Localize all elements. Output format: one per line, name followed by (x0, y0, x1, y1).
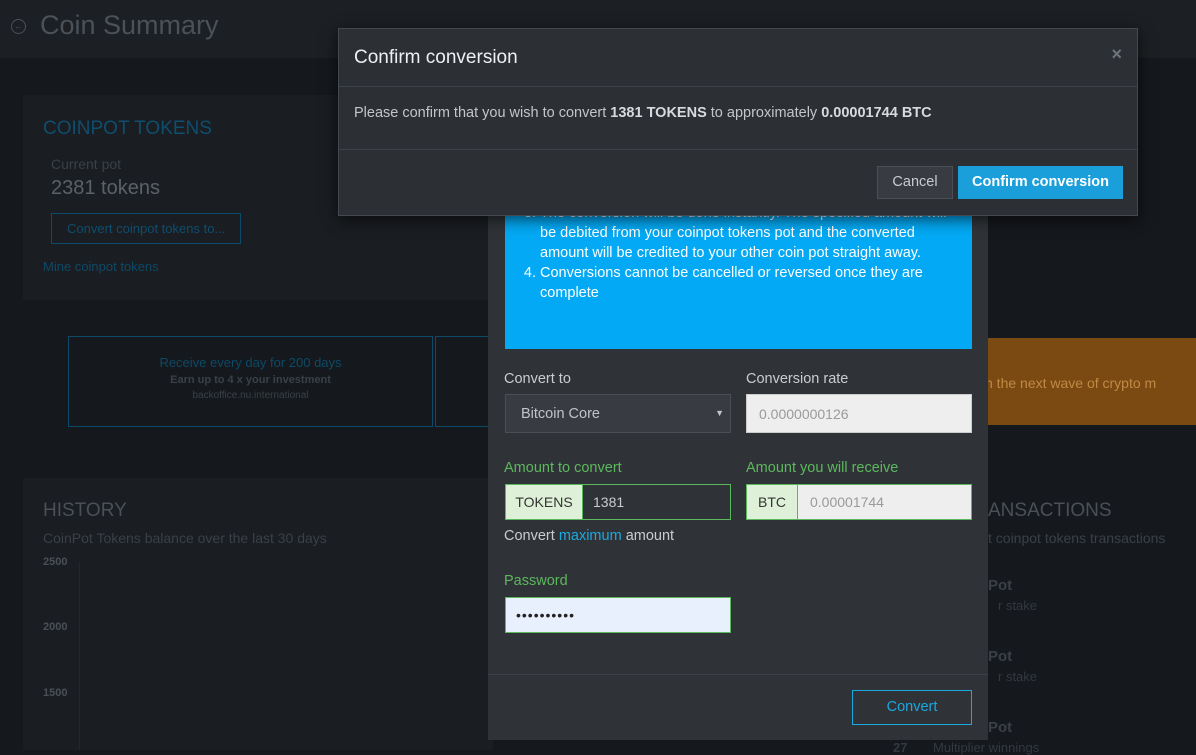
conversion-info-box: The conversion will be done instantly. T… (505, 200, 972, 349)
tx-desc: r stake (998, 598, 1038, 613)
y-tick-2500: 2500 (43, 556, 68, 568)
amount-to-convert-label: Amount to convert (504, 460, 622, 476)
history-title: HISTORY (43, 500, 127, 521)
current-pot-label: Current pot (51, 156, 122, 172)
password-input[interactable]: •••••••••• (505, 597, 731, 633)
tx-name: Pot (988, 719, 1013, 736)
ad-banner[interactable]: Receive every day for 200 days Earn up t… (68, 336, 433, 427)
convert-to-label: Convert to (504, 371, 571, 387)
tx-desc: r stake (998, 669, 1038, 684)
ad-line3: backoffice.nu.international (192, 390, 309, 401)
orange-ad-banner[interactable]: n the next wave of crypto m (985, 338, 1196, 425)
modal-divider (488, 674, 988, 675)
convert-button[interactable]: Convert (852, 690, 972, 725)
conversion-rate-label: Conversion rate (746, 371, 849, 387)
y-tick-1500: 1500 (43, 687, 68, 699)
msg-btc: 0.00001744 BTC (821, 105, 932, 121)
ad-line2: Earn up to 4 x your investment (170, 374, 331, 386)
max-prefix: Convert (504, 528, 555, 544)
conversion-rate-field: 0.0000000126 (746, 394, 972, 433)
amount-input[interactable]: 1381 (583, 484, 731, 520)
tx-num: 27 (893, 740, 908, 755)
convert-max-text: Convert maximum amount (504, 528, 674, 544)
transactions-title: ANSACTIONS (988, 500, 1112, 521)
convert-to-value: Bitcoin Core (521, 406, 600, 422)
tokens-addon: TOKENS (505, 484, 583, 520)
confirm-dialog: Confirm conversion × Please confirm that… (338, 28, 1138, 216)
cancel-button[interactable]: Cancel (877, 166, 953, 199)
close-icon[interactable]: × (1111, 44, 1122, 65)
orange-ad-text: n the next wave of crypto m (985, 375, 1157, 391)
page-title: Coin Summary (40, 10, 219, 40)
y-tick-2000: 2000 (43, 621, 68, 633)
back-arrow-icon[interactable]: ← (11, 19, 26, 34)
dialog-divider (339, 149, 1137, 150)
dialog-divider (339, 86, 1137, 87)
caret-down-icon: ▼ (715, 408, 724, 418)
ad-line1: Receive every day for 200 days (159, 355, 342, 370)
transactions-subtitle: t coinpot tokens transactions (988, 530, 1166, 546)
amount-receive-label: Amount you will receive (746, 460, 899, 476)
convert-to-select[interactable]: Bitcoin Core ▼ (505, 394, 731, 433)
current-pot-value: 2381 tokens (51, 177, 160, 199)
msg-mid: to approximately (710, 105, 818, 121)
chart-axis (79, 562, 80, 750)
tx-name: Pot (988, 577, 1013, 594)
msg-tokens: 1381 TOKENS (610, 105, 707, 121)
receive-amount-field: 0.00001744 (798, 484, 972, 520)
tx-desc: Multiplier winnings (933, 740, 1040, 755)
mine-tokens-link[interactable]: Mine coinpot tokens (43, 259, 159, 274)
max-suffix: amount (625, 528, 675, 544)
history-subtitle: CoinPot Tokens balance over the last 30 … (43, 530, 327, 546)
confirm-message: Please confirm that you wish to convert … (354, 105, 932, 121)
password-label: Password (504, 573, 568, 589)
btc-addon: BTC (746, 484, 798, 520)
tokens-panel-title: COINPOT TOKENS (43, 118, 212, 139)
confirm-dialog-title: Confirm conversion (354, 47, 518, 68)
confirm-conversion-button[interactable]: Confirm conversion (958, 166, 1123, 199)
maximum-link[interactable]: maximum (559, 528, 622, 544)
convert-tokens-button[interactable]: Convert coinpot tokens to... (51, 213, 242, 244)
info-item: Conversions cannot be cancelled or rever… (540, 263, 958, 303)
msg-prefix: Please confirm that you wish to convert (354, 105, 607, 121)
tx-name: Pot (988, 648, 1013, 665)
